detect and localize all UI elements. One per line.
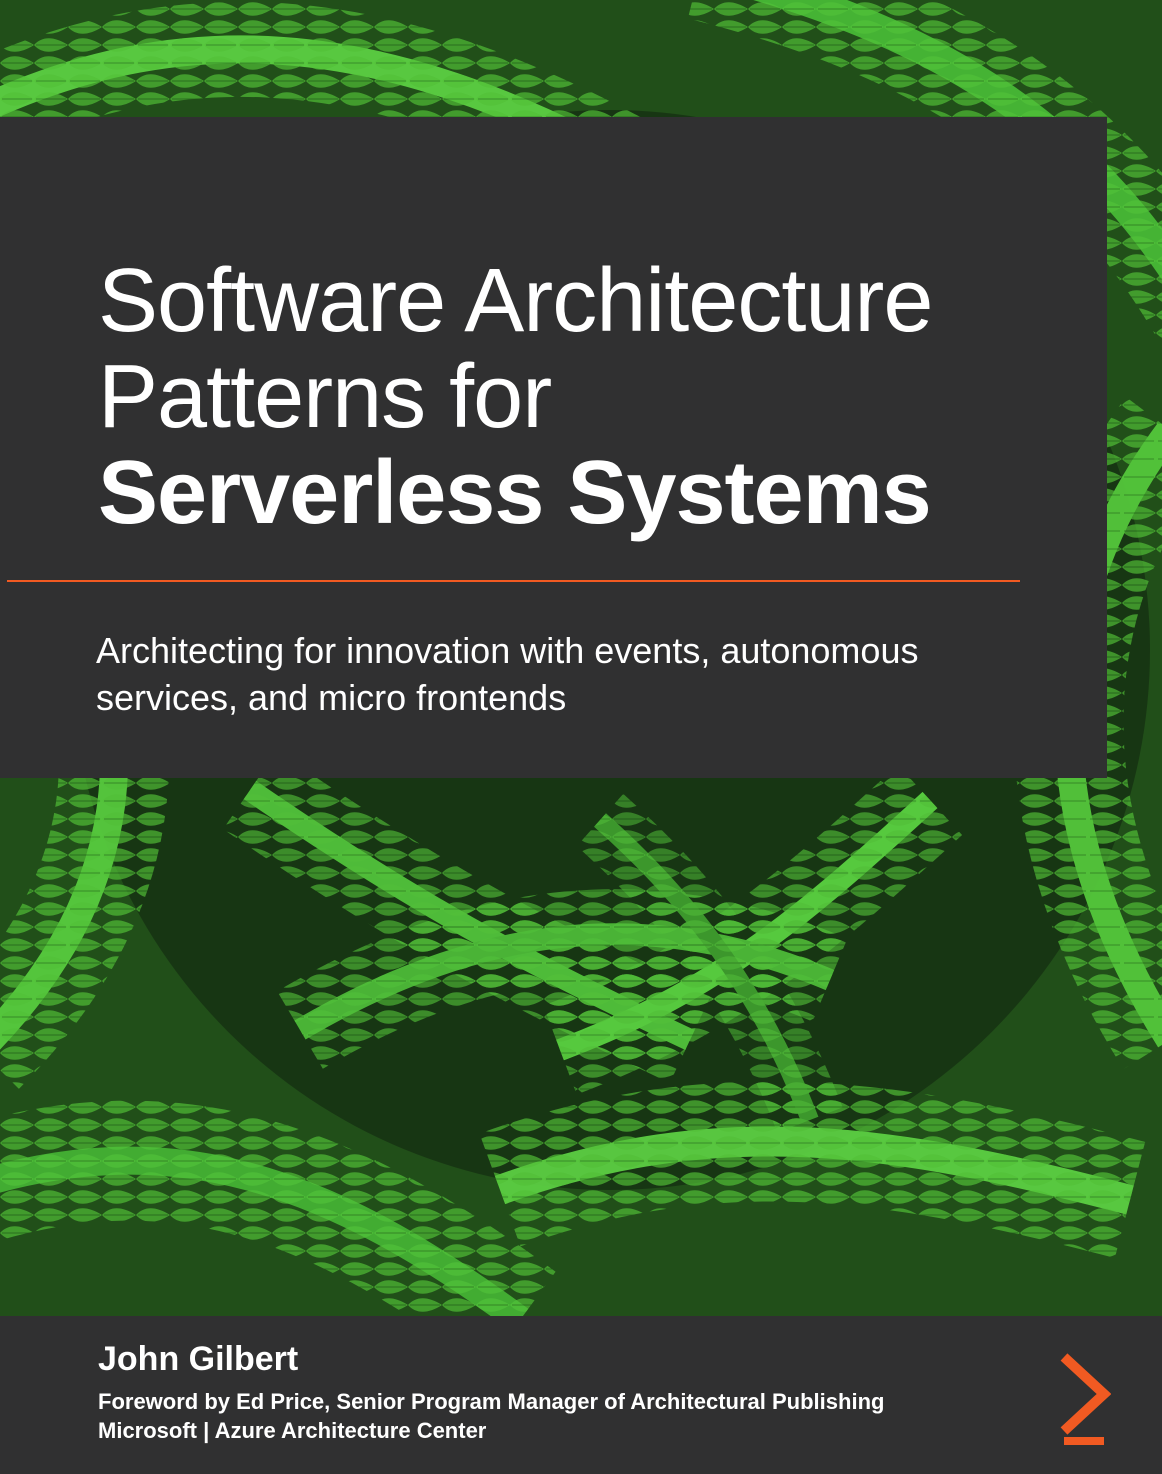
- author-name: John Gilbert: [98, 1340, 299, 1378]
- subtitle-line-2: services, and micro frontends: [96, 677, 567, 718]
- book-subtitle: Architecting for innovation with events,…: [96, 627, 1056, 721]
- title-line-3: Serverless Systems: [98, 443, 932, 543]
- book-title: Software Architecture Patterns for Serve…: [98, 253, 1058, 541]
- title-line-2: Patterns for: [98, 347, 552, 447]
- book-cover: Software Architecture Patterns for Serve…: [0, 0, 1162, 1474]
- subtitle-line-1: Architecting for innovation with events,…: [96, 630, 919, 671]
- title-line-1: Software Architecture: [98, 251, 933, 351]
- orange-chevron-icon: [1060, 1353, 1111, 1445]
- foreword-credit: Foreword by Ed Price, Senior Program Man…: [98, 1387, 884, 1445]
- foreword-line-2: Microsoft | Azure Architecture Center: [98, 1418, 487, 1443]
- orange-divider: [7, 580, 1020, 582]
- foreword-line-1: Foreword by Ed Price, Senior Program Man…: [98, 1389, 885, 1414]
